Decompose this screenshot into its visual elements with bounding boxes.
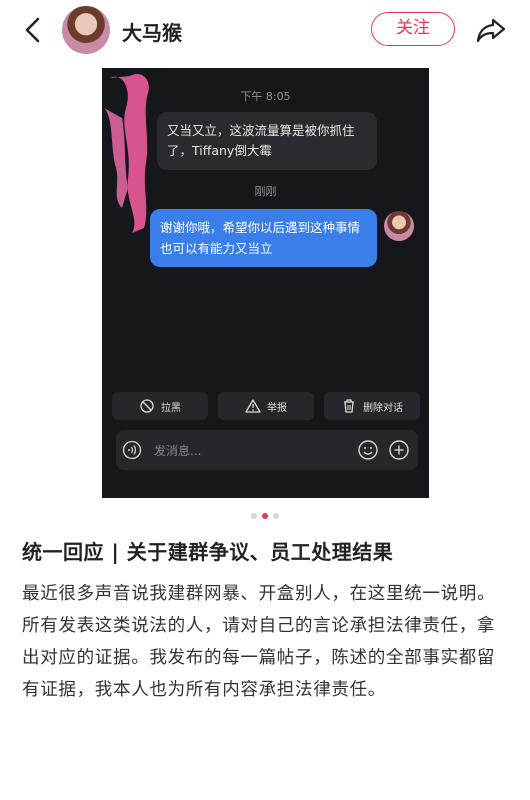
top-bar: 大马猴 关注	[0, 0, 530, 62]
report-button[interactable]: 举报	[218, 392, 314, 420]
delete-conversation-label: 删除对话	[363, 402, 403, 414]
carousel-indicator	[0, 513, 530, 519]
chat-screenshot-image: 下午 8:05 又当又立，这波流量算是被你抓住了，Tiffany倒大霉 刚刚 谢…	[102, 68, 429, 498]
carousel-dot-active[interactable]	[262, 513, 268, 519]
recent-timestamp: 刚刚	[254, 185, 277, 198]
post-body: 最近很多声音说我建群网暴、开盒别人，在这里统一说明。 所有发表这类说法的人，请对…	[22, 578, 512, 706]
plus-icon[interactable]	[388, 439, 410, 461]
outgoing-message-bubble: 谢谢你哦，希望你以后遇到这种事情也可以有能力又当立	[150, 209, 377, 267]
message-input[interactable]	[152, 436, 346, 466]
trash-icon	[344, 399, 354, 413]
back-arrow-icon[interactable]	[20, 14, 48, 46]
message-input-bar	[116, 430, 418, 470]
block-icon	[140, 399, 154, 413]
delete-conversation-button[interactable]: 删除对话	[324, 392, 420, 420]
message-timestamp: 下午 8:05	[240, 90, 291, 103]
incoming-message-bubble: 又当又立，这波流量算是被你抓住了，Tiffany倒大霉	[157, 112, 377, 170]
share-icon[interactable]	[474, 14, 508, 46]
report-label: 举报	[267, 402, 287, 414]
post-paragraph: 所有发表这类说法的人，请对自己的言论承担法律责任，拿出对应的证据。我发布的每一篇…	[22, 616, 496, 700]
carousel-dot[interactable]	[251, 513, 257, 519]
sender-avatar	[384, 211, 414, 241]
voice-icon[interactable]	[122, 440, 142, 460]
emoji-icon[interactable]	[357, 439, 379, 461]
warning-icon	[245, 399, 261, 413]
block-label: 拉黑	[161, 402, 181, 414]
block-button[interactable]: 拉黑	[112, 392, 208, 420]
carousel-dot[interactable]	[273, 513, 279, 519]
author-username[interactable]: 大马猴	[122, 17, 182, 46]
post-title: 统一回应 | 关于建群争议、员工处理结果	[22, 540, 394, 564]
author-avatar[interactable]	[62, 6, 110, 54]
follow-button[interactable]: 关注	[371, 12, 455, 46]
post-paragraph: 最近很多声音说我建群网暴、开盒别人，在这里统一说明。	[22, 584, 496, 604]
